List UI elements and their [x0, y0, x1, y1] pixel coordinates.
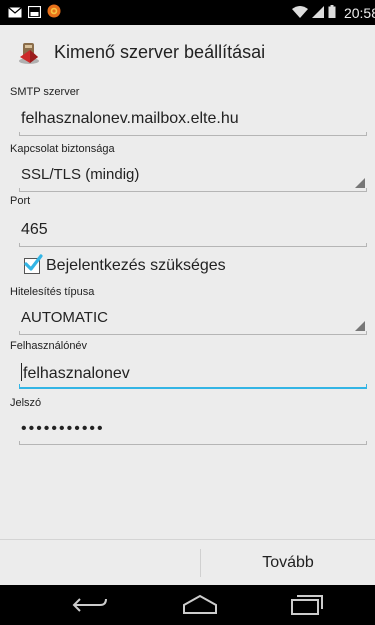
smtp-server-label: SMTP szerver [10, 86, 80, 98]
password-label: Jelszó [10, 397, 42, 409]
field-underline [19, 188, 367, 192]
login-required-checkbox-row[interactable]: Bejelentkezés szükséges [24, 254, 226, 275]
login-required-checkbox[interactable] [24, 254, 43, 274]
home-icon[interactable] [180, 593, 220, 617]
auth-type-label: Hitelesítés típusa [10, 286, 95, 298]
next-button[interactable]: Tovább [201, 540, 375, 586]
signal-icon [311, 5, 324, 21]
username-input[interactable]: felhasznalonev [19, 359, 367, 389]
battery-icon [328, 4, 336, 21]
smtp-server-value: felhasznalonev.mailbox.elte.hu [21, 110, 239, 127]
login-required-label: Bejelentkezés szükséges [46, 257, 226, 274]
smtp-server-input[interactable]: felhasznalonev.mailbox.elte.hu [19, 106, 367, 136]
outgoing-server-icon [16, 39, 42, 65]
wifi-icon [291, 5, 308, 21]
check-icon [24, 254, 43, 271]
dropdown-arrow-icon [355, 321, 365, 331]
auth-type-spinner[interactable]: AUTOMATIC [19, 305, 367, 335]
recent-apps-icon[interactable] [287, 593, 327, 617]
field-underline [19, 384, 367, 389]
bottom-button-bar: Tovább [0, 539, 375, 585]
field-underline [19, 331, 367, 335]
image-icon [27, 5, 42, 23]
port-input[interactable]: 465 [19, 217, 367, 247]
app-notification-icon [47, 4, 61, 23]
navigation-bar [0, 585, 375, 625]
password-value: ••••••••••• [21, 420, 105, 437]
mail-icon [8, 5, 22, 23]
security-spinner[interactable]: SSL/TLS (mindig) [19, 162, 367, 192]
auth-type-value: AUTOMATIC [21, 309, 108, 326]
field-underline [19, 243, 367, 247]
password-input[interactable]: ••••••••••• [19, 415, 367, 445]
username-text: felhasznalonev [23, 365, 130, 382]
back-icon[interactable] [70, 593, 110, 617]
security-label: Kapcsolat biztonsága [10, 143, 115, 155]
status-time: 20:58 [343, 4, 375, 21]
field-underline [19, 441, 367, 445]
security-value: SSL/TLS (mindig) [21, 166, 140, 183]
username-label: Felhasználónév [10, 340, 88, 352]
dropdown-arrow-icon [355, 178, 365, 188]
field-underline [19, 132, 367, 136]
username-value: felhasznalonev [21, 363, 130, 383]
port-label: Port [10, 195, 31, 207]
port-value: 465 [21, 221, 48, 238]
status-bar: 20:58 [0, 0, 375, 25]
action-bar: Kimenő szerver beállításai [0, 25, 375, 79]
page-title: Kimenő szerver beállításai [54, 41, 266, 62]
outgoing-server-form: SMTP szerver felhasznalonev.mailbox.elte… [0, 79, 375, 539]
text-cursor [21, 363, 22, 381]
